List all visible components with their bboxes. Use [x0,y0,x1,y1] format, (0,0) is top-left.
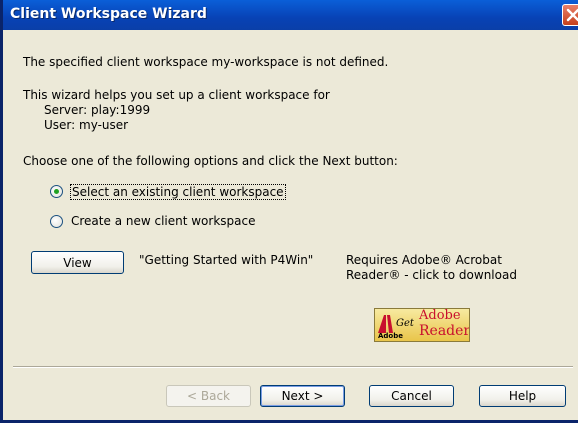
back-button[interactable]: < Back [166,385,251,407]
window-title: Client Workspace Wizard [10,6,207,22]
help-button[interactable]: Help [479,385,566,407]
close-icon [566,8,578,22]
adobe-get-text: Get [396,318,414,329]
radio-button-new[interactable] [50,215,63,228]
button-separator [13,366,573,368]
getting-started-text: "Getting Started with P4Win" [139,253,314,267]
user-info: User: my-user [44,118,129,132]
cancel-button[interactable]: Cancel [369,385,454,407]
radio-new-workspace[interactable]: Create a new client workspace [50,213,290,231]
adobe-brand-text: Adobe [419,308,461,323]
close-button[interactable] [562,4,578,26]
adobe-small-text: Adobe [378,332,403,340]
server-info: Server: play:1999 [44,103,151,117]
adobe-product-text: Reader [419,323,469,339]
radio-button-existing[interactable] [50,185,63,198]
instruction-text: Choose one of the following options and … [23,154,398,168]
radio-selected-dot [54,189,59,194]
wizard-intro: This wizard helps you set up a client wo… [23,88,330,102]
get-adobe-reader-badge[interactable]: Adobe Get Adobe Reader [374,308,470,342]
existing-workspace-label[interactable]: Select an existing client workspace [70,184,286,200]
radio-existing-workspace[interactable]: Select an existing client workspace [50,183,290,201]
requires-acrobat-line1: Requires Adobe® Acrobat [346,253,502,267]
next-button[interactable]: Next > [260,385,345,407]
client-workspace-wizard-dialog: Client Workspace Wizard The specified cl… [0,0,578,423]
view-button[interactable]: View [31,251,124,274]
title-bar[interactable]: Client Workspace Wizard [3,0,578,30]
new-workspace-label[interactable]: Create a new client workspace [71,214,256,228]
not-defined-message: The specified client workspace my-worksp… [23,55,389,69]
requires-acrobat-line2: Reader® - click to download [346,268,517,282]
